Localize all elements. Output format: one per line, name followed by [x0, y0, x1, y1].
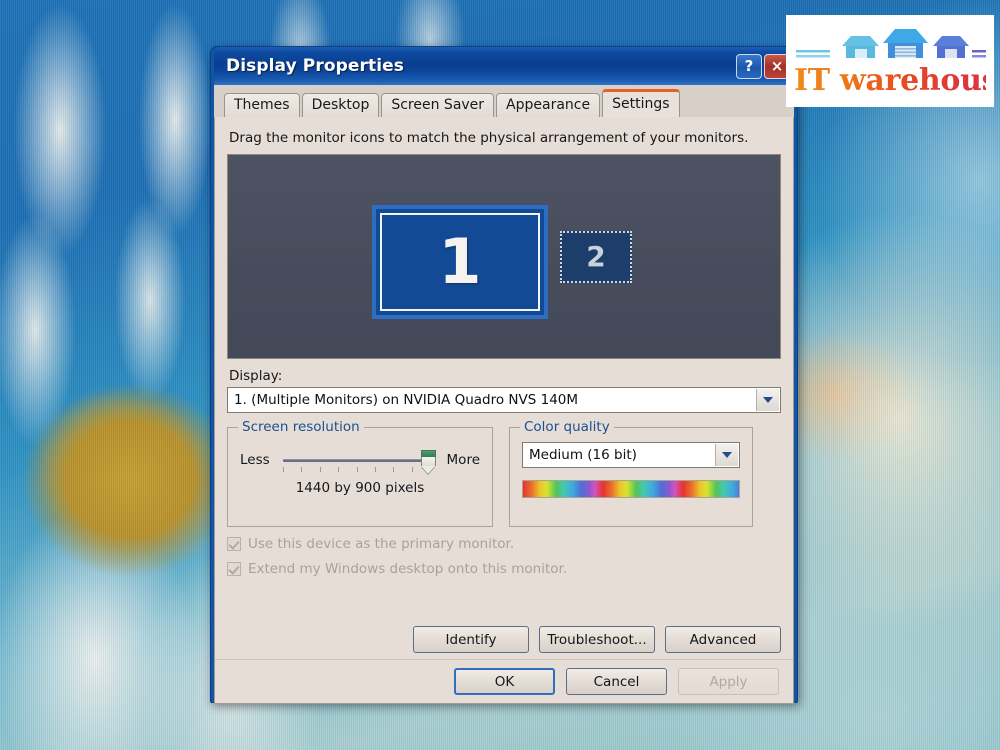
primary-monitor-checkbox-row[interactable]: Use this device as the primary monitor. [227, 536, 781, 552]
chevron-down-icon[interactable] [756, 389, 779, 411]
slider-track [282, 459, 426, 462]
troubleshoot-button[interactable]: Troubleshoot... [539, 626, 655, 653]
color-quality-value: Medium (16 bit) [529, 447, 637, 463]
slider-ticks [282, 467, 432, 472]
tab-screen-saver[interactable]: Screen Saver [381, 93, 495, 118]
resolution-slider-row: Less More [240, 446, 480, 474]
arrangement-hint: Drag the monitor icons to match the phys… [229, 130, 749, 146]
primary-monitor-label: Use this device as the primary monitor. [248, 536, 515, 552]
advanced-button[interactable]: Advanced [665, 626, 781, 653]
screen-resolution-group: Screen resolution Less More 1440 by 900 … [227, 419, 493, 527]
monitor-1-number: 1 [438, 225, 482, 298]
desktop-wallpaper: Display Properties ? × Themes Desktop Sc… [0, 0, 1000, 750]
extend-desktop-checkbox-row[interactable]: Extend my Windows desktop onto this moni… [227, 561, 781, 577]
warehouse-logo-icon [796, 29, 1000, 58]
tab-settings[interactable]: Settings [602, 89, 680, 117]
color-quality-legend: Color quality [520, 419, 614, 435]
monitor-arrangement-area[interactable]: 1 2 [227, 154, 781, 359]
settings-action-buttons: Identify Troubleshoot... Advanced [227, 626, 781, 653]
warehouse-icons [794, 26, 1000, 64]
monitor-2-number: 2 [586, 240, 606, 273]
display-properties-dialog: Display Properties ? × Themes Desktop Sc… [210, 46, 798, 704]
tab-strip: Themes Desktop Screen Saver Appearance S… [214, 85, 794, 118]
ok-button[interactable]: OK [454, 668, 555, 695]
tab-appearance[interactable]: Appearance [496, 93, 601, 118]
monitor-icon-2[interactable]: 2 [560, 231, 632, 283]
display-select-value: 1. (Multiple Monitors) on NVIDIA Quadro … [234, 392, 579, 408]
help-icon[interactable]: ? [736, 53, 762, 79]
resolution-value: 1440 by 900 pixels [295, 480, 425, 496]
watermark-text: IT warehouse [794, 63, 1000, 98]
identify-button[interactable]: Identify [413, 626, 529, 653]
checkbox-checked-icon[interactable] [227, 537, 241, 551]
it-warehouse-watermark: IT warehouse [786, 15, 1000, 107]
screen-resolution-legend: Screen resolution [238, 419, 364, 435]
monitor-icon-1[interactable]: 1 [372, 205, 548, 319]
settings-panel: Drag the monitor icons to match the phys… [214, 117, 794, 704]
slider-less-label: Less [240, 452, 270, 468]
title-bar[interactable]: Display Properties ? × [214, 47, 794, 85]
dialog-footer: OK Cancel Apply [215, 659, 793, 703]
slider-more-label: More [446, 452, 480, 468]
slider-thumb[interactable] [420, 450, 436, 474]
apply-button: Apply [678, 668, 779, 695]
settings-groups: Screen resolution Less More 1440 by 900 … [227, 419, 781, 527]
color-quality-select[interactable]: Medium (16 bit) [522, 442, 740, 468]
color-spectrum-strip [522, 480, 740, 498]
tab-themes[interactable]: Themes [224, 93, 300, 118]
resolution-slider[interactable] [279, 446, 438, 474]
extend-desktop-label: Extend my Windows desktop onto this moni… [248, 561, 568, 577]
window-title: Display Properties [226, 56, 405, 76]
display-select[interactable]: 1. (Multiple Monitors) on NVIDIA Quadro … [227, 387, 781, 413]
checkbox-checked-icon[interactable] [227, 562, 241, 576]
cancel-button[interactable]: Cancel [566, 668, 667, 695]
color-quality-group: Color quality Medium (16 bit) [509, 419, 753, 527]
chevron-down-icon[interactable] [715, 444, 738, 466]
display-label: Display: [229, 368, 283, 384]
tab-desktop[interactable]: Desktop [301, 93, 380, 118]
